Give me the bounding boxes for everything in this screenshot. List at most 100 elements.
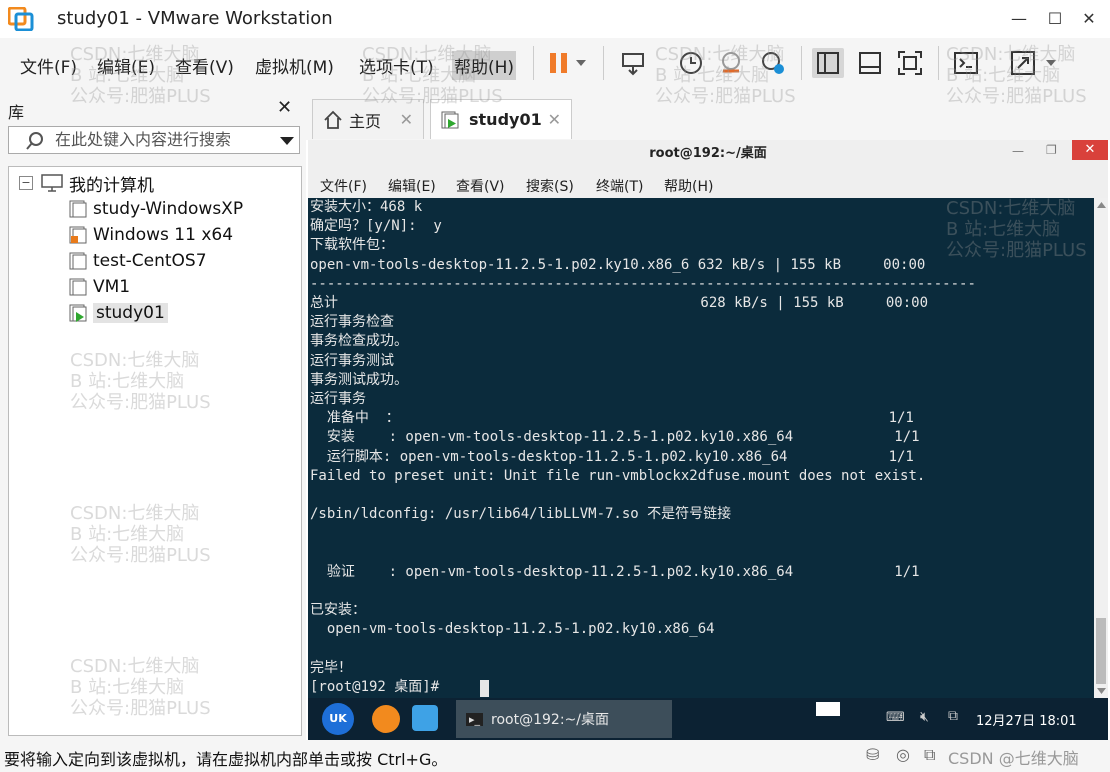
snapshot-button[interactable]: [675, 48, 707, 78]
tree-item-test-centos7[interactable]: test-CentOS7: [69, 249, 207, 273]
tree-item-vm1[interactable]: VM1: [69, 275, 130, 299]
window-title: study01 - VMware Workstation: [57, 8, 333, 29]
terminal-line: [root@192 桌面]#: [310, 679, 448, 695]
terminal-line: 完毕！: [310, 659, 352, 676]
toolbar-separator: [533, 46, 534, 80]
menu-tabs[interactable]: 选项卡(T): [357, 51, 436, 80]
clock[interactable]: 12月27日 18:01: [976, 710, 1077, 729]
terminal-line: 事务测试成功。: [310, 371, 408, 388]
terminal-line: 运行脚本: open-vm-tools-desktop-11.2.5-1.p02…: [310, 448, 914, 465]
search-icon: [26, 132, 43, 150]
terminal-line: 确定吗？[y/N]: y: [310, 218, 442, 235]
tab-close-icon[interactable]: ✕: [548, 110, 561, 129]
console-view-button[interactable]: [950, 48, 982, 78]
menu-vm[interactable]: 虚拟机(M): [253, 51, 336, 80]
terminal-scrollbar[interactable]: [1094, 198, 1108, 698]
terminal-line: 安装 : open-vm-tools-desktop-11.2.5-1.p02.…: [310, 429, 920, 446]
terminal-menu-help[interactable]: 帮助(H): [664, 176, 713, 196]
show-library-button[interactable]: [812, 48, 844, 78]
snapshot-clock-icon: [680, 52, 702, 74]
network-adapter-icon[interactable]: ⧉: [924, 745, 935, 765]
terminal-output[interactable]: 安装大小：468 k 确定吗？[y/N]: y 下载软件包： open-vm-tool…: [308, 198, 1094, 698]
chevron-down-icon: [1046, 60, 1056, 66]
tree-item-study01[interactable]: study01: [69, 301, 168, 325]
toolbar-separator: [938, 46, 939, 80]
snapshot-manager-button[interactable]: [757, 48, 789, 78]
collapse-toggle-icon[interactable]: −: [19, 176, 33, 190]
status-message: 要将输入定向到该虚拟机，请在虚拟机内部单击或按 Ctrl+G。: [4, 750, 448, 769]
menu-view[interactable]: 查看(V): [173, 51, 236, 80]
menu-help[interactable]: 帮助(H): [452, 51, 517, 80]
terminal-close-button[interactable]: ✕: [1072, 140, 1108, 160]
maximize-button[interactable]: ☐: [1040, 6, 1070, 32]
terminal-menu-terminal[interactable]: 终端(T): [596, 176, 643, 196]
library-search-box[interactable]: [8, 126, 300, 154]
terminal-menu-search[interactable]: 搜索(S): [526, 176, 574, 196]
fullscreen-icon: [898, 51, 922, 75]
vm-icon: [69, 200, 87, 218]
terminal-maximize-button[interactable]: ❐: [1046, 143, 1057, 157]
stretch-icon: [1011, 51, 1035, 75]
vm-tree: − 我的计算机 study-WindowsXP Windows 11 x64 t…: [8, 166, 302, 736]
tree-item-label: test-CentOS7: [93, 251, 207, 271]
menu-edit[interactable]: 编辑(E): [95, 51, 157, 80]
send-ctrl-alt-del-button[interactable]: [618, 48, 650, 78]
tab-home[interactable]: 主页 ✕: [312, 99, 424, 139]
running-vm-icon: [441, 111, 459, 128]
console-icon: [954, 52, 978, 74]
workspace-switcher[interactable]: [816, 702, 840, 716]
vm-icon: [69, 278, 87, 296]
cd-dvd-icon[interactable]: ◎: [896, 745, 910, 764]
tab-close-icon[interactable]: ✕: [400, 110, 413, 129]
vmware-logo-icon: [8, 7, 34, 31]
terminal-menu-view[interactable]: 查看(V): [456, 176, 505, 196]
terminal-title: root@192:~/桌面: [649, 146, 767, 161]
snapshot-manager-icon: [762, 52, 784, 74]
terminal-line: 运行事务测试: [310, 352, 394, 369]
terminal-line: 安装大小：468 k: [310, 199, 423, 215]
library-search-input[interactable]: [55, 130, 275, 149]
terminal-menu-file[interactable]: 文件(F): [320, 176, 367, 196]
tree-node-my-computer[interactable]: − 我的计算机: [19, 171, 154, 196]
tree-item-windows-11-x64[interactable]: Windows 11 x64: [69, 223, 233, 247]
taskbar-terminal-window[interactable]: ▸_ root@192:~/桌面: [456, 700, 672, 738]
hard-disk-icon[interactable]: ⛁: [866, 745, 879, 764]
thumbnail-bar-button[interactable]: [854, 48, 886, 78]
terminal-menu-edit[interactable]: 编辑(E): [388, 176, 436, 196]
chevron-down-icon: [576, 60, 586, 66]
toolbar-separator: [603, 46, 604, 80]
vm-icon: [69, 252, 87, 270]
keyboard-icon[interactable]: ⌨: [886, 710, 905, 725]
revert-snapshot-button[interactable]: [715, 48, 747, 78]
menu-toolbar: 文件(F) 编辑(E) 查看(V) 虚拟机(M) 选项卡(T) 帮助(H): [0, 38, 1110, 88]
file-manager-icon[interactable]: [412, 705, 438, 731]
start-menu-button[interactable]: UK: [322, 703, 354, 735]
tab-study01[interactable]: study01 ✕: [430, 99, 572, 139]
tree-item-study-windowsxp[interactable]: study-WindowsXP: [69, 197, 243, 221]
firefox-icon[interactable]: [372, 705, 400, 733]
terminal-line: ----------------------------------------…: [310, 275, 976, 292]
scrollbar-thumb[interactable]: [1096, 618, 1106, 684]
terminal-minimize-button[interactable]: —: [1012, 144, 1024, 158]
chevron-down-icon[interactable]: [279, 136, 295, 146]
scroll-up-icon[interactable]: [1097, 202, 1106, 208]
encrypted-vm-icon: [69, 226, 87, 244]
pause-dropdown-button[interactable]: [571, 48, 591, 78]
tree-item-label: Windows 11 x64: [93, 225, 234, 245]
minimize-button[interactable]: —: [1004, 6, 1034, 32]
volume-muted-icon[interactable]: 🔇︎: [920, 709, 929, 725]
stretch-guest-button[interactable]: [1007, 48, 1039, 78]
terminal-cursor: [480, 680, 489, 697]
send-keys-icon: [622, 53, 644, 76]
tree-item-label: study01: [93, 303, 168, 323]
bottom-panel-icon: [859, 52, 881, 74]
menu-file[interactable]: 文件(F): [18, 51, 79, 80]
stretch-dropdown-button[interactable]: [1041, 48, 1061, 78]
network-icon[interactable]: ⧉: [948, 708, 958, 724]
scroll-down-icon[interactable]: [1097, 688, 1106, 694]
full-screen-button[interactable]: [894, 48, 926, 78]
terminal-line: 总计 628 kB/s | 155 kB 00:00: [310, 295, 929, 311]
close-button[interactable]: ✕: [1074, 6, 1104, 32]
library-close-button[interactable]: ✕: [277, 97, 292, 118]
pause-icon: [550, 53, 567, 73]
